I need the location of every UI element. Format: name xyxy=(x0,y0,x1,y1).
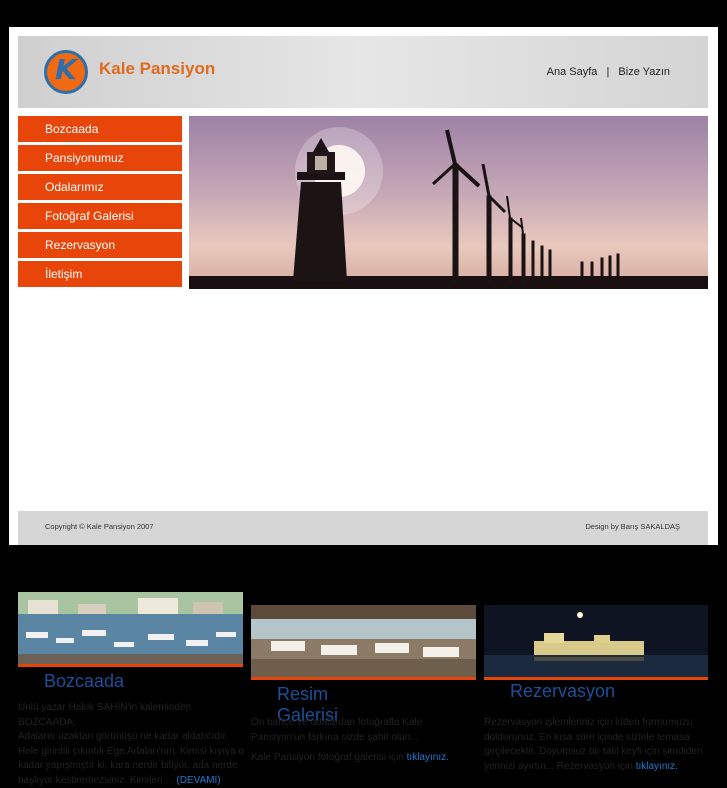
column-title[interactable]: Rezervasyon xyxy=(510,681,615,702)
harbor-photo[interactable] xyxy=(18,592,243,667)
site-footer: Copyright © Kale Pansiyon 2007 Design by… xyxy=(18,511,708,545)
logo-icon[interactable]: K xyxy=(44,50,88,94)
hero-image xyxy=(189,116,708,289)
logo-text[interactable]: Kale Pansiyon xyxy=(99,59,215,79)
top-nav: Ana Sayfa | Bize Yazın xyxy=(547,66,670,78)
column-title[interactable]: Bozcaada xyxy=(44,671,124,692)
menu-item-rezervasyon[interactable]: Rezervasyon xyxy=(18,232,182,258)
column-text-intro: Ünlü yazar Haluk SAHİN'in kaleminden BOZ… xyxy=(18,702,192,728)
side-menu: Bozcaada Pansiyonumuz Odalarımız Fotoğra… xyxy=(18,116,182,290)
reservation-link[interactable]: tıklayınız. xyxy=(636,761,678,772)
column-text: Ünlü yazar Haluk SAHİN'in kaleminden BOZ… xyxy=(18,701,246,788)
footer-designer: Design by Barış SAKALDAŞ xyxy=(585,522,680,531)
menu-item-fotograf-galerisi[interactable]: Fotoğraf Galerisi xyxy=(18,203,182,229)
column-text-intro: Ön bahçe ve odalardan fotoğrafla Kale Pa… xyxy=(251,717,423,743)
nav-separator: | xyxy=(606,66,610,78)
nav-home-link[interactable]: Ana Sayfa xyxy=(547,66,598,78)
menu-item-pansiyonumuz[interactable]: Pansiyonumuz xyxy=(18,145,182,171)
gallery-link[interactable]: tıklayınız. xyxy=(407,752,449,763)
menu-item-bozcaada[interactable]: Bozcaada xyxy=(18,116,182,142)
column-text: Ön bahçe ve odalardan fotoğrafla Kale Pa… xyxy=(251,716,479,766)
footer-copyright: Copyright © Kale Pansiyon 2007 xyxy=(45,522,154,531)
castle-night-photo[interactable] xyxy=(484,605,708,680)
site-header: K Kale Pansiyon Ana Sayfa | Bize Yazın xyxy=(18,36,708,108)
menu-item-odalarimiz[interactable]: Odalarımız xyxy=(18,174,182,200)
read-more-link[interactable]: (DEVAMI) xyxy=(176,775,220,786)
column-text: Rezervasyon işlemleriniz için lütfen for… xyxy=(484,716,708,774)
terrace-photo[interactable] xyxy=(251,605,476,680)
menu-item-iletisim[interactable]: İletişim xyxy=(18,261,182,287)
nav-contact-link[interactable]: Bize Yazın xyxy=(618,66,670,78)
column-text-body: Kale Pansiyon fotoğraf galerisi için xyxy=(251,752,407,763)
